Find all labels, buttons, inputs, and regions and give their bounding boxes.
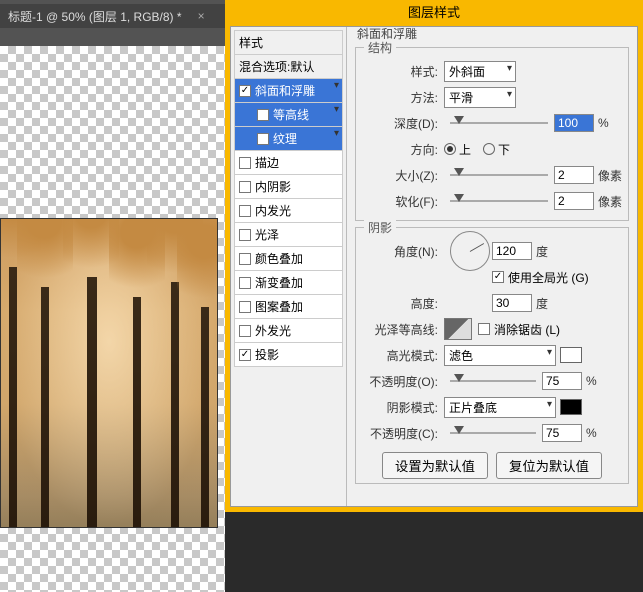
checkbox-icon[interactable] [239, 157, 251, 169]
highlight-color-swatch[interactable] [560, 347, 582, 363]
close-icon[interactable]: × [198, 9, 205, 23]
size-input[interactable]: 2 [554, 166, 594, 184]
direction-up-radio[interactable] [444, 143, 456, 155]
group-title: 阴影 [364, 219, 396, 236]
document-tab[interactable]: 标题-1 @ 50% (图层 1, RGB/8) * × [0, 4, 225, 28]
depth-slider[interactable] [450, 122, 548, 124]
soften-label: 软化(F): [362, 193, 444, 210]
style-texture[interactable]: 纹理 [234, 126, 343, 150]
style-satin[interactable]: 光泽 [234, 222, 343, 246]
shadow-opacity-label: 不透明度(C): [362, 425, 444, 442]
canvas-image [0, 218, 218, 528]
reset-default-button[interactable]: 复位为默认值 [496, 452, 602, 479]
size-unit: 像素 [598, 167, 622, 184]
highlight-opacity-slider[interactable] [450, 380, 536, 382]
technique-select[interactable]: 平滑 [444, 87, 516, 108]
style-stroke[interactable]: 描边 [234, 150, 343, 174]
checkbox-icon[interactable] [239, 349, 251, 361]
direction-down-label: 下 [498, 141, 510, 158]
style-drop-shadow[interactable]: 投影 [234, 342, 343, 367]
direction-label: 方向: [362, 141, 444, 158]
antialias-label: 消除锯齿 (L) [494, 321, 560, 338]
style-select[interactable]: 外斜面 [444, 61, 516, 82]
make-default-button[interactable]: 设置为默认值 [382, 452, 488, 479]
global-light-checkbox[interactable] [492, 271, 504, 283]
checkbox-icon[interactable] [239, 181, 251, 193]
highlight-opacity-label: 不透明度(O): [362, 373, 444, 390]
checkbox-icon[interactable] [239, 325, 251, 337]
soften-input[interactable]: 2 [554, 192, 594, 210]
highlight-mode-select[interactable]: 滤色 [444, 345, 556, 366]
shadow-opacity-slider[interactable] [450, 432, 536, 434]
gloss-contour-picker[interactable] [444, 318, 472, 340]
layer-style-dialog: 图层样式 样式 混合选项:默认 斜面和浮雕 等高线 纹理 [225, 0, 643, 512]
soften-slider[interactable] [450, 200, 548, 202]
style-bevel-emboss[interactable]: 斜面和浮雕 [234, 78, 343, 102]
checkbox-icon[interactable] [239, 277, 251, 289]
style-label: 样式: [362, 63, 444, 80]
shadow-opacity-unit: % [586, 426, 597, 440]
depth-input[interactable]: 100 [554, 114, 594, 132]
checkbox-icon[interactable] [239, 301, 251, 313]
altitude-label: 高度: [362, 295, 444, 312]
technique-label: 方法: [362, 89, 444, 106]
altitude-unit: 度 [536, 295, 548, 312]
angle-label: 角度(N): [362, 243, 444, 260]
size-slider[interactable] [450, 174, 548, 176]
structure-group: 结构 样式: 外斜面 方法: 平滑 深度(D): 100 % [355, 47, 629, 221]
gloss-contour-label: 光泽等高线: [362, 321, 444, 338]
style-contour[interactable]: 等高线 [234, 102, 343, 126]
altitude-input[interactable]: 30 [492, 294, 532, 312]
checkbox-icon[interactable] [239, 253, 251, 265]
checkbox-icon[interactable] [239, 85, 251, 97]
style-outer-glow[interactable]: 外发光 [234, 318, 343, 342]
shadow-opacity-input[interactable]: 75 [542, 424, 582, 442]
highlight-mode-label: 高光模式: [362, 347, 444, 364]
angle-input[interactable]: 120 [492, 242, 532, 260]
style-list: 样式 混合选项:默认 斜面和浮雕 等高线 纹理 描边 [231, 27, 347, 506]
blending-options-row[interactable]: 混合选项:默认 [234, 54, 343, 78]
angle-unit: 度 [536, 243, 548, 260]
checkbox-icon[interactable] [257, 133, 269, 145]
highlight-opacity-input[interactable]: 75 [542, 372, 582, 390]
style-list-header[interactable]: 样式 [234, 30, 343, 54]
global-light-label: 使用全局光 (G) [508, 269, 589, 286]
checkbox-icon[interactable] [239, 229, 251, 241]
size-label: 大小(Z): [362, 167, 444, 184]
dialog-title: 图层样式 [225, 0, 643, 26]
style-inner-shadow[interactable]: 内阴影 [234, 174, 343, 198]
depth-label: 深度(D): [362, 115, 444, 132]
soften-unit: 像素 [598, 193, 622, 210]
shadow-color-swatch[interactable] [560, 399, 582, 415]
group-title: 结构 [364, 39, 396, 56]
direction-up-label: 上 [459, 141, 471, 158]
style-color-overlay[interactable]: 颜色叠加 [234, 246, 343, 270]
document-title: 标题-1 @ 50% (图层 1, RGB/8) * [8, 8, 182, 25]
bevel-settings-pane: 斜面和浮雕 结构 样式: 外斜面 方法: 平滑 深度(D): 100 [347, 27, 637, 506]
checkbox-icon[interactable] [239, 205, 251, 217]
style-pattern-overlay[interactable]: 图案叠加 [234, 294, 343, 318]
checkbox-icon[interactable] [257, 109, 269, 121]
highlight-opacity-unit: % [586, 374, 597, 388]
shading-group: 阴影 角度(N): 120 度 使用全局光 (G) [355, 227, 629, 484]
angle-wheel[interactable] [450, 231, 490, 271]
depth-unit: % [598, 116, 609, 130]
panel-dock-bg [225, 512, 643, 592]
style-inner-glow[interactable]: 内发光 [234, 198, 343, 222]
style-gradient-overlay[interactable]: 渐变叠加 [234, 270, 343, 294]
antialias-checkbox[interactable] [478, 323, 490, 335]
shadow-mode-label: 阴影模式: [362, 399, 444, 416]
shadow-mode-select[interactable]: 正片叠底 [444, 397, 556, 418]
direction-down-radio[interactable] [483, 143, 495, 155]
